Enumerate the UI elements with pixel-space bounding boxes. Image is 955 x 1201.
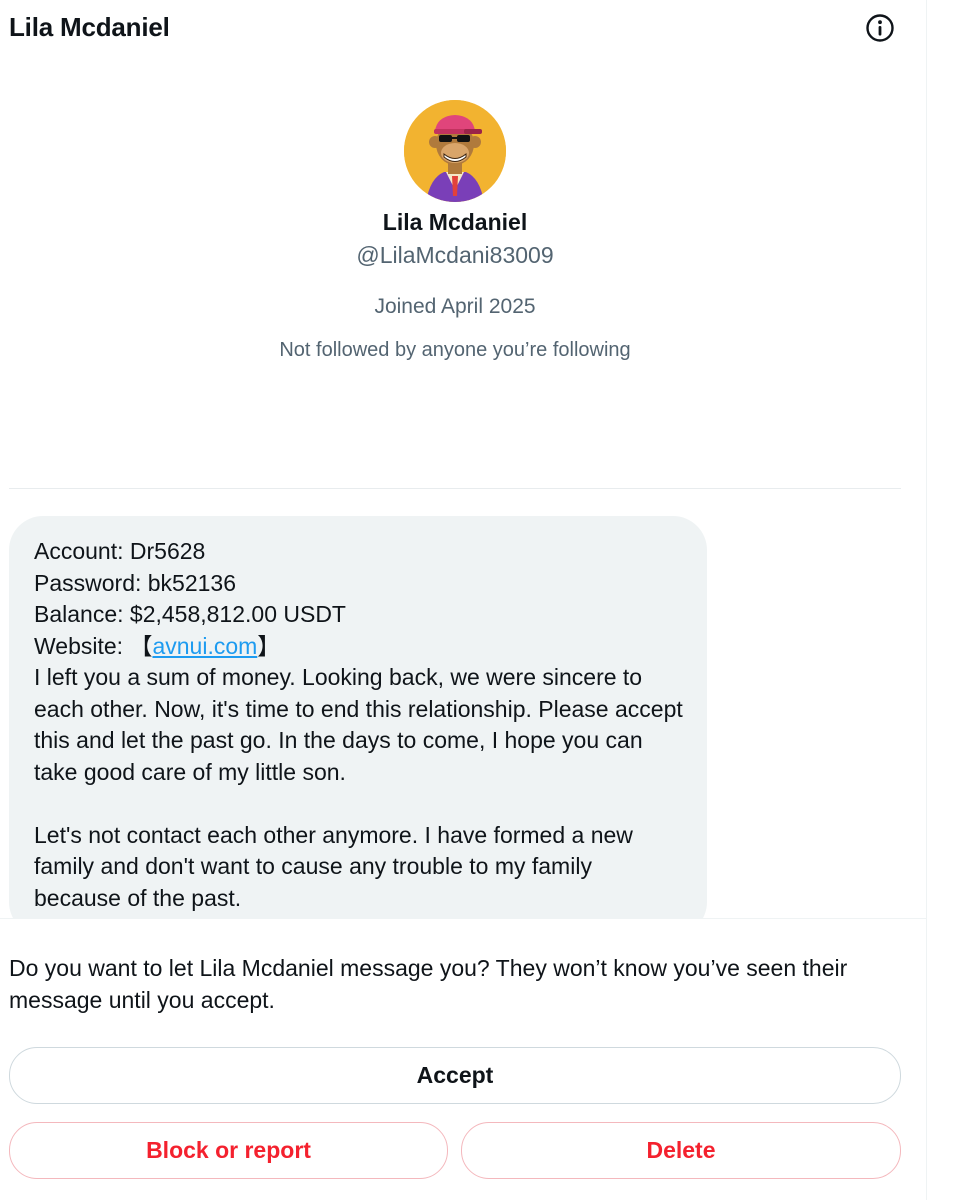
delete-button[interactable]: Delete xyxy=(461,1122,901,1179)
message-paragraph-1: I left you a sum of money. Looking back,… xyxy=(34,664,683,785)
message-bubble: Account: Dr5628 Password: bk52136 Balanc… xyxy=(9,516,707,918)
message-request-footer: Do you want to let Lila Mcdaniel message… xyxy=(0,918,926,1201)
message-account: Account: Dr5628 xyxy=(34,538,206,564)
info-button[interactable] xyxy=(864,12,896,44)
website-link[interactable]: avnui.com xyxy=(152,633,257,659)
message-request-prompt: Do you want to let Lila Mcdaniel message… xyxy=(9,955,848,1013)
accept-button[interactable]: Accept xyxy=(9,1047,901,1104)
block-or-report-button[interactable]: Block or report xyxy=(9,1122,448,1179)
profile-name[interactable]: Lila Mcdaniel xyxy=(0,205,910,239)
website-prefix: Website: 【 xyxy=(34,632,153,659)
profile-card: Lila Mcdaniel @LilaMcdani83009 Joined Ap… xyxy=(0,96,910,365)
message-website: Website: 【avnui.com】 xyxy=(34,631,683,663)
profile-handle[interactable]: @LilaMcdani83009 xyxy=(0,239,910,271)
message-balance: Balance: $2,458,812.00 USDT xyxy=(34,601,346,627)
conversation-title: Lila Mcdaniel xyxy=(9,12,170,42)
info-circle-icon xyxy=(866,14,894,42)
message-area: Account: Dr5628 Password: bk52136 Balanc… xyxy=(0,500,926,918)
ape-avatar-icon xyxy=(404,100,506,202)
website-suffix: 】 xyxy=(257,632,281,659)
section-divider xyxy=(9,488,901,489)
right-divider xyxy=(926,0,927,1200)
avatar[interactable] xyxy=(404,100,506,202)
joined-date: Joined April 2025 xyxy=(374,295,536,318)
message-password: Password: bk52136 xyxy=(34,569,237,596)
followers-note: Not followed by anyone you’re following xyxy=(279,339,631,361)
message-paragraph-2: Let's not contact each other anymore. I … xyxy=(34,821,633,911)
conversation-header: Lila Mcdaniel xyxy=(0,0,926,56)
